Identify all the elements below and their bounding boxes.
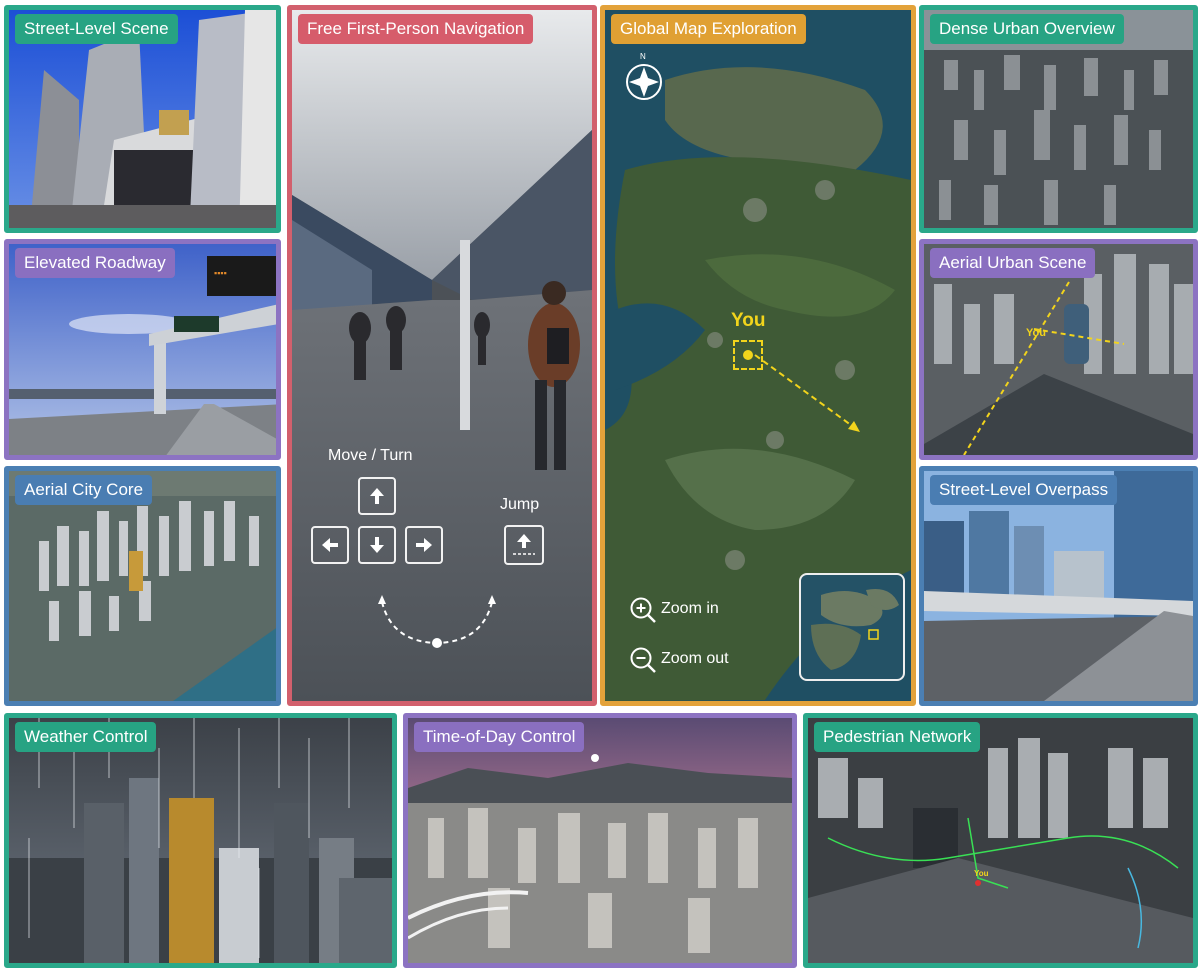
arrow-up-icon (370, 488, 384, 504)
aerial-you-label: You (1026, 327, 1046, 339)
zoom-in-icon (629, 596, 656, 623)
panel-label: Street-Level Overpass (930, 475, 1118, 505)
key-left-button[interactable] (311, 526, 349, 564)
arrow-down-icon (370, 537, 384, 553)
jump-label: Jump (500, 496, 540, 513)
panel-label: Pedestrian Network (814, 722, 981, 752)
zoom-out-label: Zoom out (661, 650, 729, 667)
panel-aerial-urban-scene[interactable]: You Aerial Urban Scene (919, 239, 1198, 460)
arrow-left-icon (322, 538, 338, 552)
panel-weather-control[interactable]: Weather Control (4, 713, 397, 968)
look-around-gesture-icon[interactable] (362, 590, 502, 650)
compass-button[interactable]: N (624, 52, 664, 104)
jump-icon (513, 534, 535, 555)
pedestrian-network-image (808, 718, 1193, 963)
heading-direction-arrow (754, 354, 860, 432)
panel-street-level-scene[interactable]: Street-Level Scene (4, 5, 281, 233)
pedestrian-you-label: You (974, 869, 989, 878)
zoom-in-label: Zoom in (661, 600, 719, 617)
panel-global-map[interactable]: Global Map Exploration N You Zoom in Zoo… (600, 5, 916, 706)
compass-north-label: N (640, 52, 646, 61)
svg-text:▪▪▪▪: ▪▪▪▪ (214, 268, 227, 278)
street-level-overpass-image (924, 471, 1193, 701)
weather-rain-scene-image (9, 718, 392, 963)
key-back-button[interactable] (358, 526, 396, 564)
panel-label: Elevated Roadway (15, 248, 175, 278)
panel-label: Dense Urban Overview (930, 14, 1124, 44)
panel-label: Aerial City Core (15, 475, 153, 505)
minimap[interactable] (799, 573, 905, 681)
panel-time-of-day-control[interactable]: Time-of-Day Control (403, 713, 797, 968)
key-jump-button[interactable] (504, 525, 544, 565)
panel-dense-urban-overview[interactable]: Dense Urban Overview (919, 5, 1198, 233)
move-turn-label: Move / Turn (328, 447, 413, 464)
panel-label: Free First-Person Navigation (298, 14, 534, 44)
zoom-in-button[interactable]: Zoom in (629, 596, 719, 623)
compass-icon (626, 64, 662, 100)
panel-label: Street-Level Scene (15, 14, 178, 44)
arrow-right-icon (416, 538, 432, 552)
panel-label: Weather Control (15, 722, 157, 752)
key-right-button[interactable] (405, 526, 443, 564)
panel-label: Global Map Exploration (611, 14, 806, 44)
aerial-city-core-image (9, 471, 276, 701)
panel-first-person[interactable]: Free First-Person Navigation Move / Turn… (287, 5, 597, 706)
panel-label: Time-of-Day Control (414, 722, 585, 752)
minimap-image (811, 589, 899, 670)
panel-street-level-overpass[interactable]: Street-Level Overpass (919, 466, 1198, 706)
panel-elevated-roadway[interactable]: ▪▪▪▪ Elevated Roadway (4, 239, 281, 460)
zoom-out-icon (629, 646, 656, 673)
zoom-out-button[interactable]: Zoom out (629, 646, 729, 673)
panel-aerial-city-core[interactable]: Aerial City Core (4, 466, 281, 706)
panel-pedestrian-network[interactable]: You Pedestrian Network (803, 713, 1198, 968)
panel-label: Aerial Urban Scene (930, 248, 1096, 278)
you-marker-label: You (731, 310, 766, 331)
key-forward-button[interactable] (358, 477, 396, 515)
time-of-day-scene-image (408, 718, 792, 963)
